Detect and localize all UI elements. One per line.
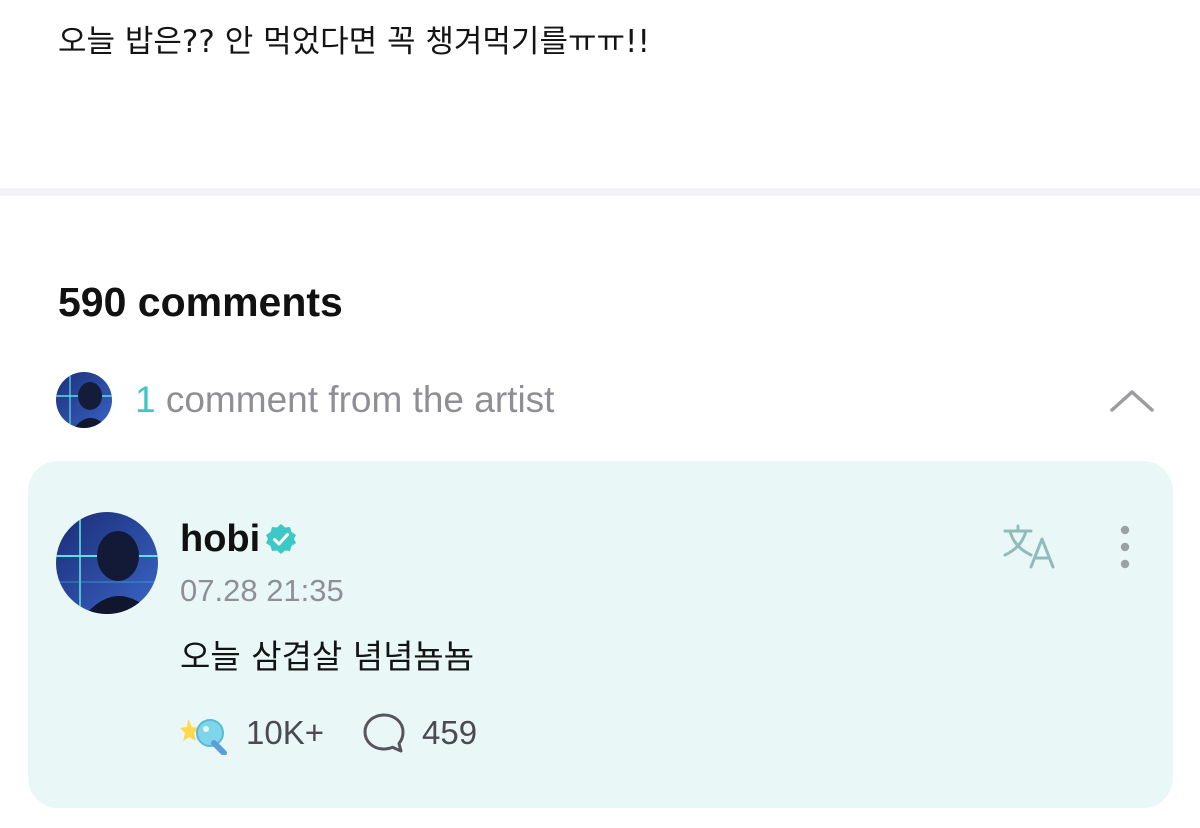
artist-comment-card: hobi 07.28 21:35 오늘 삼겹살 념념뇸뇸 10K+ 459 [28,461,1173,808]
author-avatar[interactable] [56,512,158,614]
section-divider [0,188,1200,196]
comment-actions: 10K+ 459 [180,707,477,759]
translate-icon[interactable] [1001,523,1059,571]
like-button[interactable]: 10K+ [180,711,324,755]
author-name[interactable]: hobi [180,517,260,561]
speech-bubble-icon [363,713,405,753]
post-body-text: 오늘 밥은?? 안 먹었다면 꼭 챙겨먹기를ㅠㅠ!! [58,24,650,60]
more-vertical-icon[interactable] [1115,523,1135,571]
verified-badge-icon [266,524,297,554]
like-sticker-icon [180,719,227,755]
artist-comments-toggle[interactable]: 1 comment from the artist [56,370,1156,430]
reply-button[interactable]: 459 [362,711,477,755]
artist-avatar-small [56,372,112,428]
author-line: hobi [180,517,298,561]
comment-body-text: 오늘 삼겹살 념념뇸뇸 [180,637,475,676]
comments-count-heading: 590 comments [58,279,343,325]
artist-comments-summary: 1 comment from the artist [135,378,554,422]
post-detail-page: 오늘 밥은?? 안 먹었다면 꼭 챙겨먹기를ㅠㅠ!! 590 comments … [0,0,1200,828]
artist-comment-count: 1 [135,379,156,420]
comment-timestamp: 07.28 21:35 [180,573,344,608]
reply-count: 459 [422,714,478,751]
artist-comment-label: comment from the artist [155,379,555,420]
chevron-up-icon[interactable] [1108,382,1156,418]
like-count: 10K+ [246,714,324,751]
